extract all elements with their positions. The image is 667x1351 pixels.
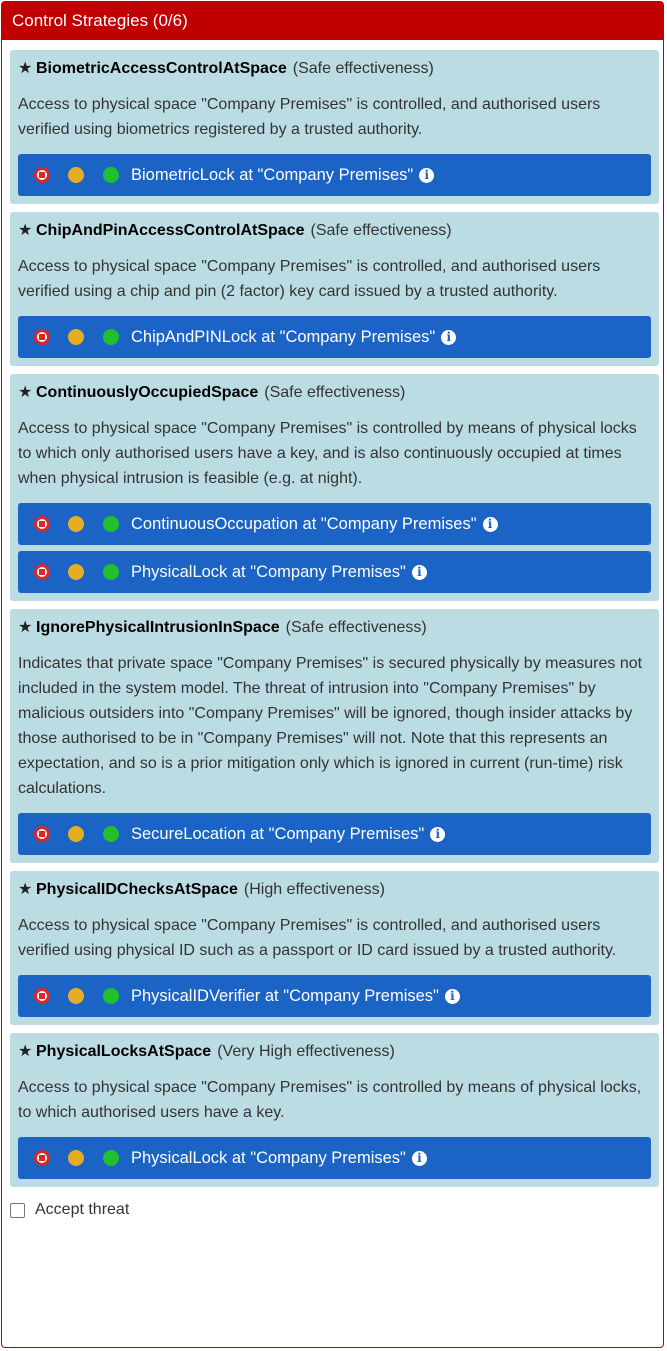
info-icon[interactable]: i bbox=[430, 826, 446, 842]
amber-status-icon[interactable] bbox=[68, 329, 84, 345]
strategy-card: ★ ChipAndPinAccessControlAtSpace (Safe eff… bbox=[10, 212, 659, 366]
green-status-icon[interactable] bbox=[103, 988, 119, 1004]
strategy-effectiveness: (Safe effectiveness) bbox=[292, 60, 434, 77]
green-status-icon[interactable] bbox=[103, 564, 119, 580]
info-icon[interactable]: i bbox=[441, 329, 457, 345]
control-row[interactable]: ContinuousOccupation at "Company Premise… bbox=[18, 503, 651, 545]
strategy-effectiveness: (Safe effectiveness) bbox=[285, 619, 427, 636]
strategy-card: ★ PhysicalLocksAtSpace (Very High effectiv… bbox=[10, 1033, 659, 1187]
strategy-description: Access to physical space "Company Premis… bbox=[18, 420, 637, 487]
strategy-card: ★ ContinuouslyOccupiedSpace (Safe effectiv… bbox=[10, 374, 659, 601]
stop-icon[interactable] bbox=[34, 516, 50, 532]
amber-status-icon[interactable] bbox=[68, 988, 84, 1004]
stop-icon[interactable] bbox=[34, 564, 50, 580]
accept-threat-checkbox[interactable] bbox=[10, 1202, 25, 1218]
amber-status-icon[interactable] bbox=[68, 167, 84, 183]
info-icon[interactable]: i bbox=[411, 564, 427, 580]
control-label: PhysicalLock at "Company Premises" bbox=[131, 1148, 406, 1167]
strategy-description: Indicates that private space "Company Pr… bbox=[18, 655, 643, 797]
strategy-effectiveness: (High effectiveness) bbox=[243, 881, 385, 898]
strategy-name: ChipAndPinAccessControlAtSpace bbox=[36, 222, 305, 239]
accept-threat-row[interactable]: Accept threat bbox=[2, 1195, 663, 1219]
strategy-description: Access to physical space "Company Premis… bbox=[18, 258, 601, 300]
strategy-description: Access to physical space "Company Premis… bbox=[18, 1079, 642, 1121]
control-label: PhysicalIDVerifier at "Company Premises" bbox=[131, 986, 439, 1005]
strategy-name: BiometricAccessControlAtSpace bbox=[36, 60, 287, 77]
control-row[interactable]: BiometricLock at "Company Premises" i bbox=[18, 154, 651, 196]
strategy-title: ★ PhysicalLocksAtSpace (Very High effectiv… bbox=[18, 1041, 651, 1063]
strategy-effectiveness: (Very High effectiveness) bbox=[217, 1043, 395, 1060]
stop-icon[interactable] bbox=[34, 1150, 50, 1166]
strategy-name: PhysicalLocksAtSpace bbox=[36, 1043, 212, 1060]
amber-status-icon[interactable] bbox=[68, 826, 84, 842]
strategy-title: ★ PhysicalIDChecksAtSpace (High effectiven… bbox=[18, 879, 651, 901]
green-status-icon[interactable] bbox=[103, 826, 119, 842]
control-label: PhysicalLock at "Company Premises" bbox=[131, 562, 406, 581]
stop-icon[interactable] bbox=[34, 826, 50, 842]
info-icon[interactable]: i bbox=[482, 516, 498, 532]
strategy-card: ★ PhysicalIDChecksAtSpace (High effectiven… bbox=[10, 871, 659, 1025]
star-icon[interactable]: ★ bbox=[18, 1041, 36, 1063]
strategy-name: IgnorePhysicalIntrusionInSpace bbox=[36, 619, 280, 636]
info-icon[interactable]: i bbox=[419, 167, 435, 183]
strategy-name: PhysicalIDChecksAtSpace bbox=[36, 881, 238, 898]
stop-icon[interactable] bbox=[34, 329, 50, 345]
green-status-icon[interactable] bbox=[103, 1150, 119, 1166]
control-label: ContinuousOccupation at "Company Premise… bbox=[131, 514, 477, 533]
strategy-card: ★ IgnorePhysicalIntrusionInSpace (Safe eff… bbox=[10, 609, 659, 863]
strategy-list: ★ BiometricAccessControlAtSpace (Safe effe… bbox=[2, 40, 663, 1187]
panel-header[interactable]: Control Strategies (0/6) bbox=[2, 2, 663, 40]
star-icon[interactable]: ★ bbox=[18, 58, 36, 80]
accept-threat-label: Accept threat bbox=[35, 1201, 130, 1218]
strategy-card: ★ BiometricAccessControlAtSpace (Safe effe… bbox=[10, 50, 659, 204]
strategy-effectiveness: (Safe effectiveness) bbox=[264, 384, 406, 401]
strategy-title: ★ ChipAndPinAccessControlAtSpace (Safe eff… bbox=[18, 220, 651, 242]
amber-status-icon[interactable] bbox=[68, 564, 84, 580]
strategy-title: ★ ContinuouslyOccupiedSpace (Safe effectiv… bbox=[18, 382, 651, 404]
control-label: SecureLocation at "Company Premises" bbox=[131, 824, 425, 843]
strategy-description: Access to physical space "Company Premis… bbox=[18, 917, 617, 959]
control-row[interactable]: ChipAndPINLock at "Company Premises" i bbox=[18, 316, 651, 358]
info-icon[interactable]: i bbox=[411, 1150, 427, 1166]
control-label: ChipAndPINLock at "Company Premises" bbox=[131, 327, 436, 346]
strategy-title: ★ BiometricAccessControlAtSpace (Safe effe… bbox=[18, 58, 651, 80]
strategy-description: Access to physical space "Company Premis… bbox=[18, 96, 601, 138]
strategy-effectiveness: (Safe effectiveness) bbox=[310, 222, 452, 239]
control-label: BiometricLock at "Company Premises" bbox=[131, 165, 414, 184]
control-row[interactable]: SecureLocation at "Company Premises" i bbox=[18, 813, 651, 855]
green-status-icon[interactable] bbox=[103, 329, 119, 345]
control-strategies-panel: Control Strategies (0/6) ★ BiometricAcces… bbox=[1, 1, 664, 1348]
stop-icon[interactable] bbox=[34, 167, 50, 183]
control-row[interactable]: PhysicalLock at "Company Premises" i bbox=[18, 551, 651, 593]
info-icon[interactable]: i bbox=[444, 988, 460, 1004]
control-row[interactable]: PhysicalLock at "Company Premises" i bbox=[18, 1137, 651, 1179]
star-icon[interactable]: ★ bbox=[18, 879, 36, 901]
green-status-icon[interactable] bbox=[103, 516, 119, 532]
star-icon[interactable]: ★ bbox=[18, 617, 36, 639]
strategy-title: ★ IgnorePhysicalIntrusionInSpace (Safe eff… bbox=[18, 617, 651, 639]
strategy-name: ContinuouslyOccupiedSpace bbox=[36, 384, 259, 401]
star-icon[interactable]: ★ bbox=[18, 220, 36, 242]
stop-icon[interactable] bbox=[34, 988, 50, 1004]
amber-status-icon[interactable] bbox=[68, 1150, 84, 1166]
star-icon[interactable]: ★ bbox=[18, 382, 36, 404]
control-row[interactable]: PhysicalIDVerifier at "Company Premises"… bbox=[18, 975, 651, 1017]
green-status-icon[interactable] bbox=[103, 167, 119, 183]
amber-status-icon[interactable] bbox=[68, 516, 84, 532]
